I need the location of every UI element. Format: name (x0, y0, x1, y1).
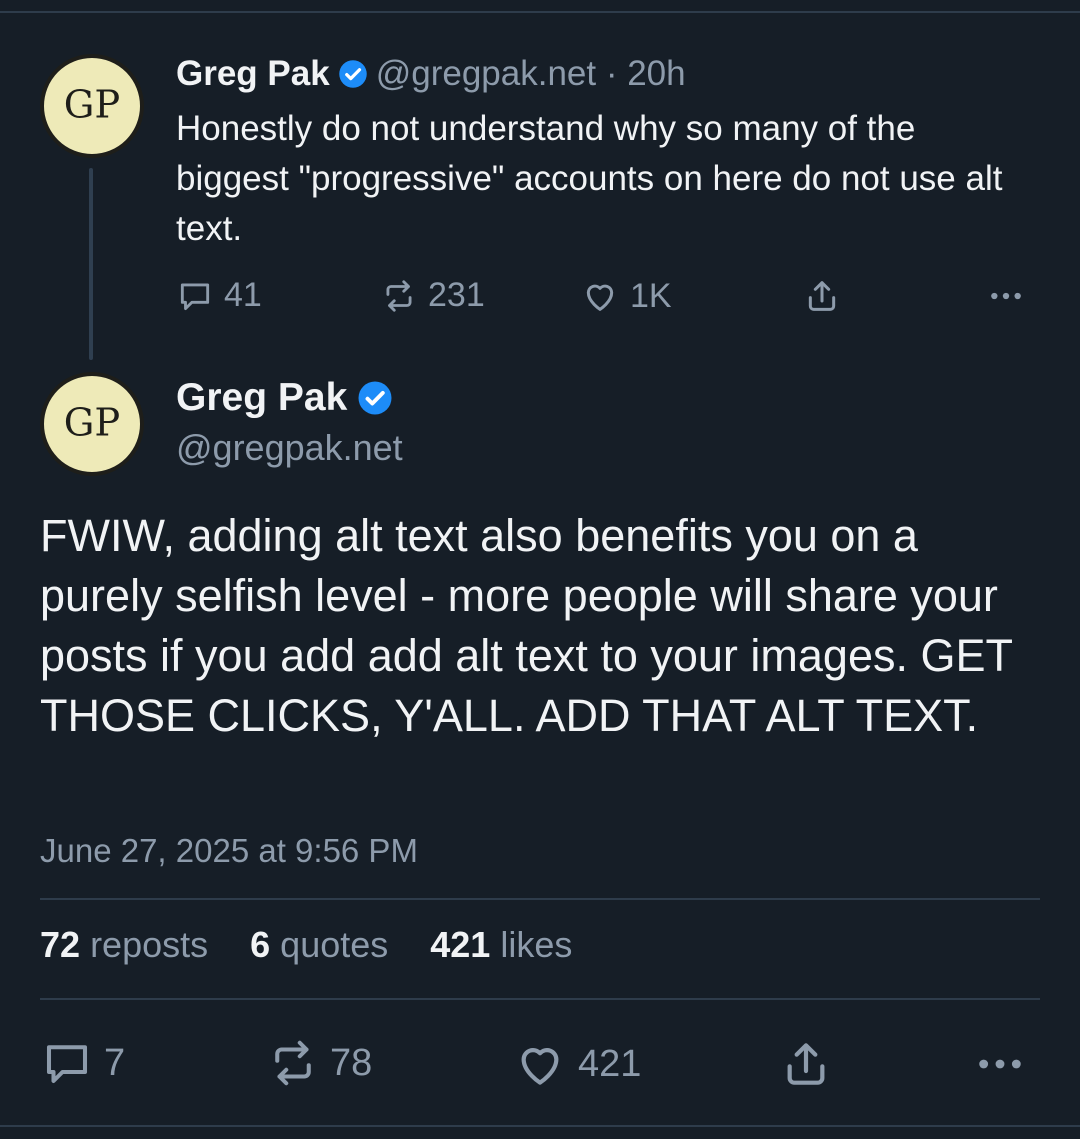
likes-count: 421 (430, 924, 491, 965)
reposts-label: reposts (90, 924, 209, 965)
reposts-count: 72 (40, 924, 81, 965)
stats-divider-bottom (40, 998, 1040, 1000)
more-icon (991, 292, 1021, 300)
verified-badge-icon (338, 60, 367, 88)
share-icon (787, 1043, 825, 1085)
parent-more-button[interactable] (986, 276, 1026, 316)
main-reply-button[interactable]: 7 (40, 1036, 125, 1090)
reposts-stat[interactable]: 72 reposts (40, 924, 208, 966)
main-repost-button[interactable]: 78 (266, 1036, 372, 1090)
like-icon (586, 284, 614, 311)
parent-reply-button[interactable]: 41 (176, 276, 262, 315)
main-avatar[interactable]: GP (40, 372, 144, 476)
post-timestamp: June 27, 2025 at 9:56 PM (40, 832, 418, 869)
verified-badge-icon (358, 381, 392, 415)
parent-share-button[interactable] (802, 276, 842, 316)
main-more-button[interactable] (972, 1036, 1028, 1092)
likes-stat[interactable]: 421 likes (430, 924, 572, 966)
avatar-initials: GP (64, 401, 120, 446)
parent-post-header: Greg Pak @gregpak.net · 20h (176, 52, 686, 96)
main-repost-count: 78 (330, 1041, 373, 1084)
avatar-image: GP (44, 58, 140, 154)
parent-repost-count: 231 (428, 276, 485, 314)
quotes-label: quotes (280, 924, 389, 965)
main-author-name[interactable]: Greg Pak (176, 376, 347, 420)
main-post-author: Greg Pak (176, 374, 393, 422)
main-actions: 7 78 421 (40, 1036, 1040, 1086)
parent-reply-count: 41 (224, 276, 262, 314)
main-post-text: FWIW, adding alt text also benefits you … (40, 510, 1013, 741)
quotes-count: 6 (250, 924, 271, 965)
main-reply-count: 7 (104, 1041, 126, 1084)
stats-divider-top (40, 898, 1040, 900)
parent-repost-button[interactable]: 231 (380, 276, 485, 315)
parent-author-name[interactable]: Greg Pak (176, 54, 330, 94)
top-divider (0, 11, 1080, 13)
share-icon (808, 281, 836, 311)
parent-like-button[interactable]: 1K (580, 276, 672, 316)
main-like-button[interactable]: 421 (512, 1036, 641, 1092)
reply-icon (180, 282, 210, 310)
avatar-initials: GP (64, 83, 120, 128)
likes-label: likes (500, 924, 573, 965)
bottom-divider (0, 1125, 1080, 1127)
post-stats: 72 reposts 6 quotes 421 likes (40, 924, 614, 966)
thread-line (89, 168, 93, 360)
parent-like-count: 1K (630, 276, 672, 315)
parent-actions: 41 231 1K (176, 276, 1040, 316)
parent-post-text: Honestly do not understand why so many o… (176, 109, 1003, 248)
main-author-handle[interactable]: @gregpak.net (176, 427, 403, 469)
reply-icon (46, 1045, 88, 1084)
parent-handle-time[interactable]: @gregpak.net · 20h (376, 54, 686, 94)
avatar-image: GP (44, 376, 140, 472)
more-icon (979, 1059, 1021, 1069)
repost-icon (386, 279, 412, 312)
main-share-button[interactable] (778, 1036, 834, 1092)
quotes-stat[interactable]: 6 quotes (250, 924, 388, 966)
like-icon (521, 1048, 559, 1085)
repost-icon (275, 1040, 311, 1086)
main-like-count: 421 (578, 1042, 642, 1085)
parent-avatar[interactable]: GP (40, 54, 144, 158)
